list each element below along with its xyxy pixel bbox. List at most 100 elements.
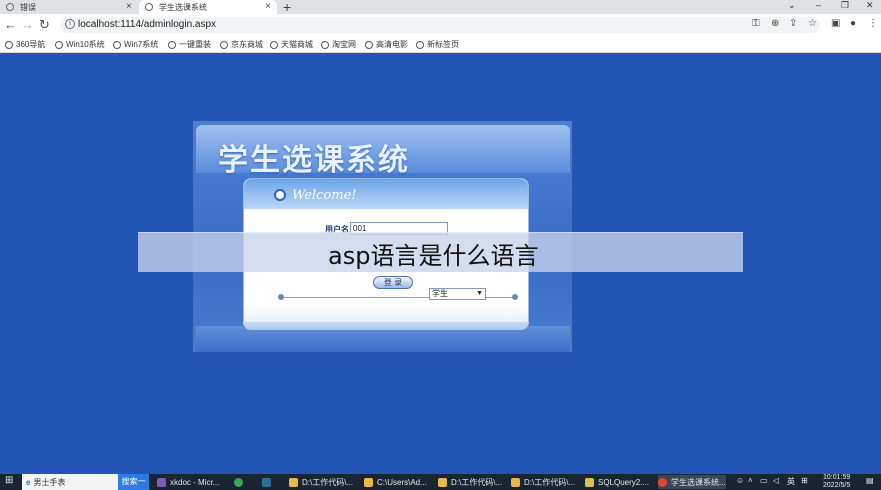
- globe-icon: [168, 40, 176, 49]
- close-tab-icon[interactable]: ×: [126, 1, 132, 12]
- bookmark-item[interactable]: Win7系统: [113, 39, 158, 50]
- tab-strip: 错误 × 学生选课系统 × + ⌄ – ❐ ✕: [0, 0, 881, 15]
- profile-icon[interactable]: ●: [850, 18, 856, 29]
- close-tab-icon[interactable]: ×: [265, 1, 271, 12]
- chevron-down-icon: ▼: [476, 290, 483, 297]
- welcome-logo-icon: [274, 189, 286, 201]
- key-icon[interactable]: ⚿: [752, 18, 760, 29]
- welcome-footer: [243, 322, 529, 330]
- task-label: D:\工作代码\...: [302, 477, 354, 487]
- close-window-button[interactable]: ✕: [866, 0, 874, 11]
- bookmark-label: 京东商城: [231, 40, 263, 49]
- taskbar-item-folder[interactable]: D:\工作代码\...: [289, 475, 353, 489]
- caption-text: asp语言是什么语言: [328, 242, 539, 270]
- globe-icon: [113, 40, 121, 49]
- task-label: C:\Users\Ad...: [377, 477, 427, 487]
- reload-button[interactable]: ↻: [39, 17, 50, 33]
- globe-icon: [6, 3, 14, 11]
- address-bar[interactable]: i localhost:1114/adminlogin.aspx: [60, 17, 820, 33]
- task-label: 学生选课系统...: [671, 477, 726, 487]
- forward-button[interactable]: →: [21, 17, 34, 32]
- taskbar: ⊞ e 男士手表 搜索一下 xkdoc - Micr... D:\工作代码\..…: [0, 474, 881, 490]
- globe-icon: [416, 40, 424, 49]
- url-text: localhost:1114/adminlogin.aspx: [78, 19, 217, 30]
- welcome-header: Welcome!: [244, 179, 528, 209]
- login-button[interactable]: 登 录: [373, 276, 413, 289]
- taskbar-search-button[interactable]: 搜索一下: [118, 474, 149, 490]
- zoom-icon[interactable]: ⊕: [771, 18, 779, 29]
- browser-toolbar: ← → ↻ i localhost:1114/adminlogin.aspx ⚿…: [0, 14, 881, 36]
- taskbar-item[interactable]: [262, 475, 275, 489]
- clock-time[interactable]: 10:01:59: [823, 474, 850, 481]
- network-icon[interactable]: ▭: [760, 476, 768, 485]
- bookmark-item[interactable]: 新标签页: [416, 39, 459, 50]
- bookmark-label: Win7系统: [124, 40, 159, 49]
- bookmark-label: 淘宝网: [332, 40, 356, 49]
- folder-icon: [364, 477, 373, 487]
- share-icon[interactable]: ⇪: [789, 18, 797, 29]
- tray-chevron-up-icon[interactable]: ˄: [748, 476, 753, 485]
- taskbar-item-folder[interactable]: D:\工作代码\...: [511, 475, 575, 489]
- chrome-icon: [658, 477, 667, 487]
- clock-date[interactable]: 2022/5/5: [823, 482, 850, 489]
- windows-start-icon[interactable]: ⊞: [5, 475, 13, 486]
- taskbar-item-sql[interactable]: SQLQuery2....: [585, 475, 649, 489]
- app-icon: [234, 477, 243, 487]
- menu-icon[interactable]: ⋮: [868, 18, 878, 29]
- site-info-icon[interactable]: i: [65, 19, 75, 29]
- taskbar-item-folder[interactable]: C:\Users\Ad...: [364, 475, 427, 489]
- tab-label: 学生选课系统: [159, 2, 207, 12]
- bookmark-item[interactable]: 京东商城: [220, 39, 263, 50]
- task-label: SQLQuery2....: [598, 477, 650, 487]
- ie-icon: e: [26, 477, 31, 487]
- task-label: D:\工作代码\...: [524, 477, 576, 487]
- globe-icon: [321, 40, 329, 49]
- side-panel-icon[interactable]: ▣: [831, 18, 840, 29]
- bookmark-item[interactable]: 360导航: [5, 39, 45, 50]
- input-language[interactable]: 英: [787, 476, 795, 487]
- volume-icon[interactable]: ◁: [773, 476, 779, 485]
- taskbar-item-folder[interactable]: D:\工作代码\...: [438, 475, 502, 489]
- taskbar-search-input[interactable]: e 男士手表: [22, 474, 118, 490]
- folder-icon: [289, 477, 298, 487]
- sql-icon: [585, 477, 594, 487]
- visual-studio-icon: [157, 477, 166, 487]
- bookmark-item[interactable]: 高清电影: [365, 39, 408, 50]
- role-select[interactable]: 学生 ▼: [429, 288, 486, 300]
- taskbar-item-vs[interactable]: xkdoc - Micr...: [157, 475, 219, 489]
- tab-search-icon[interactable]: ⌄: [788, 0, 796, 11]
- maximize-button[interactable]: ❐: [841, 0, 849, 11]
- globe-icon: [5, 40, 13, 49]
- notification-icon[interactable]: ▤: [866, 476, 874, 485]
- tab-error[interactable]: 错误 ×: [0, 0, 138, 14]
- role-selected-value: 学生: [432, 289, 448, 298]
- globe-icon: [55, 40, 63, 49]
- search-text: 男士手表: [33, 477, 66, 487]
- bookmark-label: Win10系统: [66, 40, 105, 49]
- back-button[interactable]: ←: [4, 17, 17, 32]
- welcome-text: Welcome!: [292, 188, 357, 203]
- app-icon: [262, 477, 271, 487]
- bookmark-label: 一键重装: [179, 40, 211, 49]
- tray-people-icon[interactable]: ☺: [736, 476, 744, 485]
- folder-icon: [511, 477, 520, 487]
- tab-student-system[interactable]: 学生选课系统 ×: [139, 0, 277, 14]
- bookmark-label: 天猫商城: [281, 40, 313, 49]
- bookmarks-bar: 360导航 Win10系统 Win7系统 一键重装 京东商城 天猫商城 淘宝网 …: [0, 36, 881, 53]
- ime-icon[interactable]: ⊞: [801, 476, 808, 485]
- bookmark-item[interactable]: 天猫商城: [270, 39, 313, 50]
- title-banner: 学生选课系统: [196, 125, 570, 178]
- bookmark-star-icon[interactable]: ☆: [808, 18, 817, 29]
- bookmark-label: 新标签页: [427, 40, 459, 49]
- divider-dot: [512, 294, 518, 300]
- new-tab-button[interactable]: +: [283, 0, 291, 15]
- bookmark-item[interactable]: 一键重装: [168, 39, 211, 50]
- tab-label: 错误: [20, 2, 36, 12]
- bookmark-item[interactable]: 淘宝网: [321, 39, 356, 50]
- globe-icon: [145, 3, 153, 11]
- bookmark-item[interactable]: Win10系统: [55, 39, 105, 50]
- taskbar-item[interactable]: [234, 475, 247, 489]
- globe-icon: [220, 40, 228, 49]
- taskbar-item-chrome[interactable]: 学生选课系统...: [658, 475, 726, 489]
- minimize-button[interactable]: –: [816, 0, 821, 10]
